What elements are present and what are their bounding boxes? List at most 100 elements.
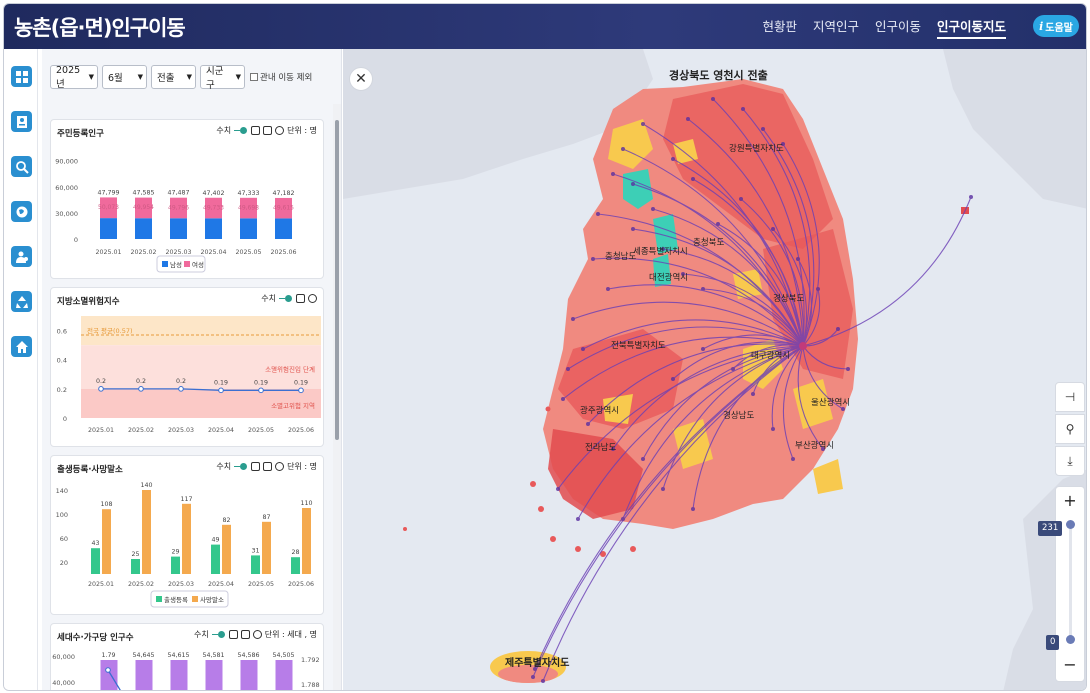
destination-point bbox=[606, 287, 610, 291]
dashboard-icon[interactable] bbox=[11, 66, 32, 87]
distance-tool-icon[interactable]: ⊣ bbox=[1055, 382, 1085, 412]
legend-swatch-female bbox=[184, 261, 190, 267]
map-pin-icon[interactable]: ⚲ bbox=[1055, 414, 1085, 444]
person-icon[interactable] bbox=[11, 246, 32, 267]
legend-swatch-death bbox=[192, 596, 198, 602]
unit-label: 단위 : 명 bbox=[287, 462, 317, 471]
image-save-icon[interactable] bbox=[263, 462, 273, 471]
place-label: 세종특별자치시 bbox=[633, 247, 688, 257]
migration-map[interactable]: ✕ 경상북도 영천시 전출 강원특별자치도 충청남도 세종특별자치시 대전광역시… bbox=[343, 49, 1086, 690]
house-icon[interactable] bbox=[11, 336, 32, 357]
death-value-label: 87 bbox=[262, 514, 270, 521]
total-label: 47,585 bbox=[132, 190, 154, 197]
download-icon[interactable]: ⤓ bbox=[1055, 446, 1085, 476]
nav-movement-map[interactable]: 인구이동지도 bbox=[929, 4, 1014, 49]
help-button[interactable]: i 도움말 bbox=[1033, 15, 1079, 37]
place-label: 광주광역시 bbox=[580, 406, 620, 416]
destination-point bbox=[836, 327, 840, 331]
toggle-label: 수치 bbox=[216, 126, 232, 135]
place-label: 충청북도 bbox=[693, 238, 725, 248]
search-people-icon[interactable] bbox=[11, 156, 32, 177]
destination-point bbox=[541, 679, 545, 683]
zoom-handle-max[interactable] bbox=[1066, 520, 1075, 529]
destination-point bbox=[576, 517, 580, 521]
place-label: 대구광역시 bbox=[751, 351, 791, 361]
chevron-down-icon: ▼ bbox=[137, 73, 143, 81]
info-icon[interactable] bbox=[275, 462, 285, 471]
male-bar bbox=[170, 218, 187, 239]
image-save-icon[interactable] bbox=[240, 630, 250, 639]
female-value-label: 49,615 bbox=[273, 204, 294, 211]
search-doc-icon[interactable] bbox=[251, 462, 261, 471]
info-icon[interactable] bbox=[275, 126, 285, 135]
destination-point bbox=[846, 367, 850, 371]
close-button[interactable]: ✕ bbox=[349, 67, 373, 91]
destination-point bbox=[969, 195, 973, 199]
image-save-icon[interactable] bbox=[263, 126, 273, 135]
zoom-out-button[interactable]: − bbox=[1056, 653, 1084, 677]
zoom-track[interactable] bbox=[1069, 521, 1072, 641]
year-select[interactable]: 2025년 ▼ bbox=[50, 65, 98, 90]
info-icon[interactable] bbox=[252, 630, 262, 639]
panel-scrollbar[interactable] bbox=[333, 104, 341, 690]
checkbox-box[interactable] bbox=[250, 73, 258, 81]
recycle-icon[interactable] bbox=[11, 291, 32, 312]
scrollbar-thumb[interactable] bbox=[335, 120, 339, 440]
bar-value-label: 54,505 bbox=[272, 652, 294, 659]
zoom-control: + − bbox=[1055, 486, 1085, 682]
value-label: 0.2 bbox=[136, 378, 146, 385]
nav-dashboard[interactable]: 현황판 bbox=[754, 4, 805, 49]
destination-point bbox=[711, 97, 715, 101]
info-icon[interactable] bbox=[308, 294, 317, 303]
destination-point bbox=[686, 117, 690, 121]
place-label: 부산광역시 bbox=[795, 441, 835, 451]
male-bar bbox=[275, 218, 292, 239]
place-label: 강원특별자치도 bbox=[729, 144, 784, 154]
legend-swatch-birth bbox=[156, 596, 162, 602]
month-select[interactable]: 6월 ▼ bbox=[102, 65, 147, 89]
toggle-knob bbox=[240, 463, 248, 470]
y-tick-label: 20 bbox=[60, 559, 68, 567]
ratio-point bbox=[105, 667, 111, 673]
exclude-internal-checkbox[interactable]: 관내 이동 제외 bbox=[250, 71, 312, 83]
bar-value-label: 54,581 bbox=[202, 652, 224, 659]
id-card-icon[interactable] bbox=[11, 111, 32, 132]
value-label: 0.19 bbox=[214, 379, 228, 386]
globe-icon[interactable] bbox=[11, 201, 32, 222]
value-toggle[interactable] bbox=[279, 295, 293, 303]
y-tick-label: 60,000 bbox=[52, 653, 75, 661]
destination-point bbox=[671, 377, 675, 381]
household-card: 세대수·가구당 인구수 수치 단위 : 세대 , 명 60,000 40,000 1… bbox=[50, 623, 324, 690]
search-doc-icon[interactable] bbox=[251, 126, 261, 135]
household-bar bbox=[100, 660, 118, 690]
destination-point bbox=[791, 457, 795, 461]
destination-point bbox=[751, 392, 755, 396]
value-toggle[interactable] bbox=[234, 127, 248, 135]
card-title: 출생등록·사망말소 bbox=[57, 465, 123, 475]
unit-select[interactable]: 시군구 ▼ bbox=[200, 65, 245, 91]
place-label: 전북특별자치도 bbox=[611, 341, 666, 351]
destination-point bbox=[739, 197, 743, 201]
nav-regional-population[interactable]: 지역인구 bbox=[805, 4, 867, 49]
total-label: 47,333 bbox=[237, 190, 259, 197]
card-title: 세대수·가구당 인구수 bbox=[57, 633, 134, 643]
search-doc-icon[interactable] bbox=[228, 630, 238, 639]
destination-point bbox=[561, 397, 565, 401]
toggle-knob bbox=[285, 295, 292, 302]
image-save-icon[interactable] bbox=[296, 294, 305, 303]
household-bar bbox=[275, 660, 293, 690]
value-toggle[interactable] bbox=[234, 463, 248, 471]
birth-value-label: 49 bbox=[211, 537, 219, 544]
nav-population-movement[interactable]: 인구이동 bbox=[867, 4, 929, 49]
x-tick-label: 2025.04 bbox=[200, 249, 226, 256]
direction-select[interactable]: 전출 ▼ bbox=[151, 65, 196, 89]
death-bar bbox=[102, 509, 111, 574]
destination-point bbox=[631, 227, 635, 231]
zoom-min-label: 0 bbox=[1046, 635, 1060, 650]
value-toggle[interactable] bbox=[211, 631, 226, 639]
zoom-in-button[interactable]: + bbox=[1056, 489, 1084, 513]
resident-bar-chart: 90,000 60,000 30,000 0 47,799 50,073 2025.01 47… bbox=[55, 158, 297, 273]
x-tick-label: 2025.02 bbox=[130, 249, 156, 256]
zoom-handle-min[interactable] bbox=[1066, 635, 1075, 644]
place-label: 울산광역시 bbox=[811, 398, 851, 408]
